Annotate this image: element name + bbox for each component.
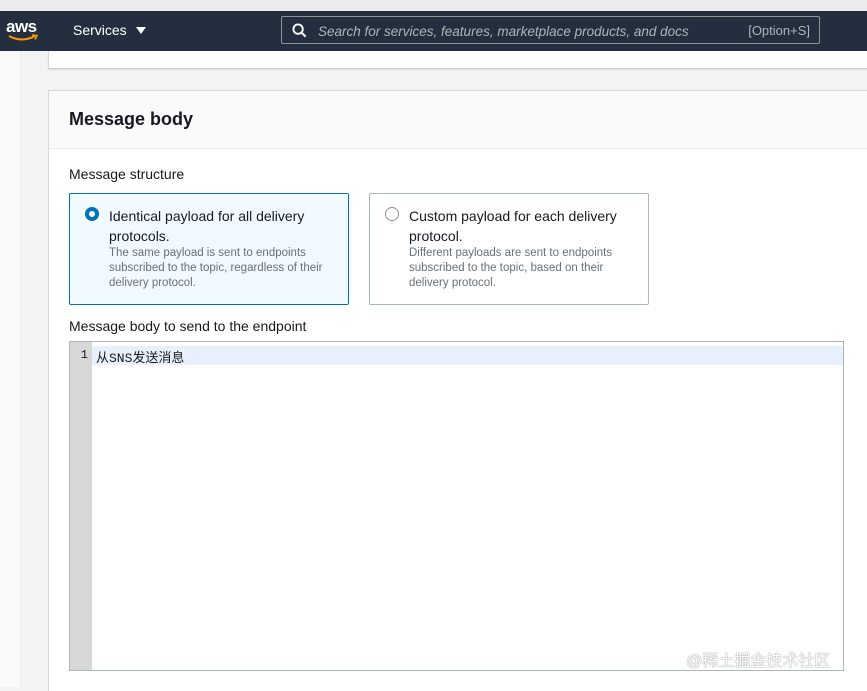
identical-payload-option[interactable]: Identical payload for all delivery proto… — [69, 193, 349, 305]
editor-content[interactable]: 从SNS发送消息 — [96, 347, 184, 366]
option-title: Custom payload for each delivery protoco… — [409, 208, 617, 244]
services-label: Services — [73, 22, 127, 38]
panel-title: Message body — [69, 109, 194, 129]
active-line-highlight — [92, 346, 843, 365]
radio-unselected-icon[interactable] — [385, 207, 399, 221]
global-search-box[interactable]: [Option+S] — [281, 16, 820, 44]
option-description: Different payloads are sent to endpoints… — [409, 247, 613, 289]
message-body-label: Message body to send to the endpoint — [69, 318, 307, 334]
search-input[interactable] — [316, 20, 730, 42]
side-navigation-collapsed — [0, 51, 21, 687]
editor-gutter — [70, 342, 92, 670]
caret-down-icon — [135, 26, 146, 34]
custom-payload-option[interactable]: Custom payload for each delivery protoco… — [369, 193, 649, 305]
radio-selected-icon[interactable] — [85, 207, 99, 221]
previous-panel-bottom — [48, 51, 867, 69]
option-description: The same payload is sent to endpoints su… — [109, 247, 323, 289]
message-body-code-editor[interactable]: 1 从SNS发送消息 — [69, 341, 844, 671]
search-icon — [292, 23, 307, 38]
browser-top-strip — [0, 0, 867, 11]
search-shortcut-hint: [Option+S] — [748, 23, 810, 38]
aws-smile-icon — [8, 34, 39, 41]
watermark: @稀土掘金技术社区 — [686, 653, 831, 670]
top-navigation-bar: aws Services [Option+S] — [0, 11, 867, 51]
line-number: 1 — [80, 348, 88, 362]
option-title: Identical payload for all delivery proto… — [109, 208, 305, 244]
message-structure-label: Message structure — [69, 166, 185, 182]
aws-logo[interactable]: aws — [6, 17, 42, 45]
message-body-panel: Message body Message structure Identical… — [48, 90, 867, 691]
panel-header: Message body — [49, 91, 867, 149]
services-menu-button[interactable]: Services — [73, 22, 146, 38]
